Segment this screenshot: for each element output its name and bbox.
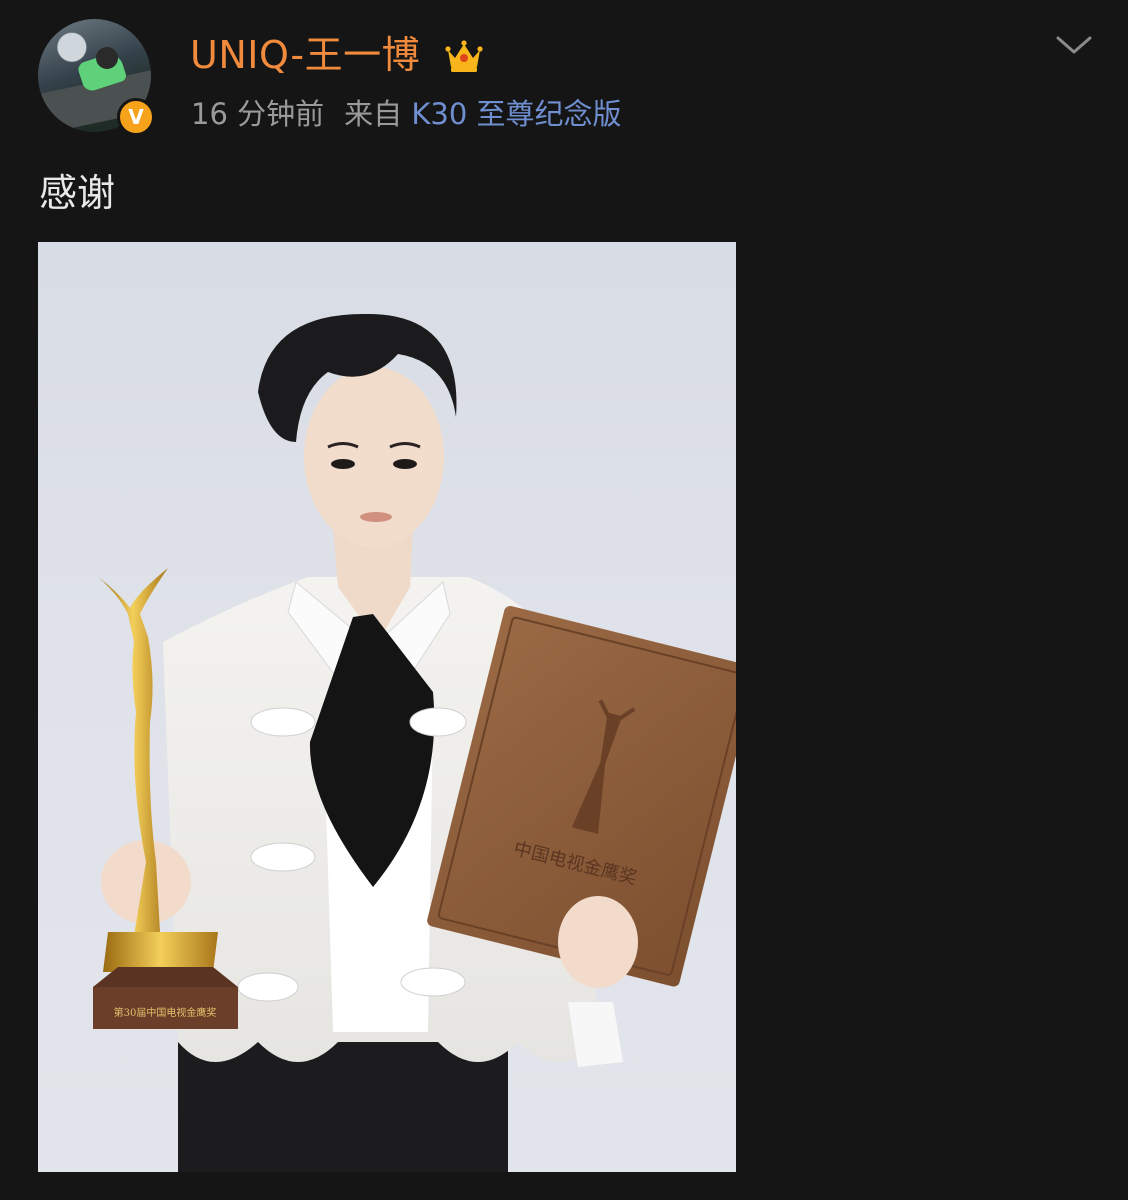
- weibo-post: V UNIQ-王一博 16 分钟前 来自 K30 至尊纪念版 感谢 中国电视金鹰…: [0, 0, 1128, 1200]
- post-photo-illustration: 中国电视金鹰奖 第30届中国电视金鹰奖: [93, 313, 736, 1172]
- avatar-rider-shape: [96, 47, 118, 69]
- username[interactable]: UNIQ-王一博: [190, 30, 420, 80]
- post-photo[interactable]: 中国电视金鹰奖 第30届中国电视金鹰奖: [38, 242, 736, 1172]
- crown-icon[interactable]: [444, 36, 484, 76]
- trophy-plaque: 第30届中国电视金鹰奖: [114, 1006, 217, 1019]
- post-meta: 16 分钟前 来自 K30 至尊纪念版: [191, 94, 622, 134]
- source-device-link[interactable]: K30 至尊纪念版: [411, 97, 621, 131]
- chevron-down-icon[interactable]: [1054, 30, 1094, 60]
- timestamp: 16 分钟前: [191, 97, 325, 131]
- verified-v-icon: V: [117, 98, 155, 136]
- source-prefix: 来自: [344, 97, 403, 131]
- post-text: 感谢: [39, 171, 116, 215]
